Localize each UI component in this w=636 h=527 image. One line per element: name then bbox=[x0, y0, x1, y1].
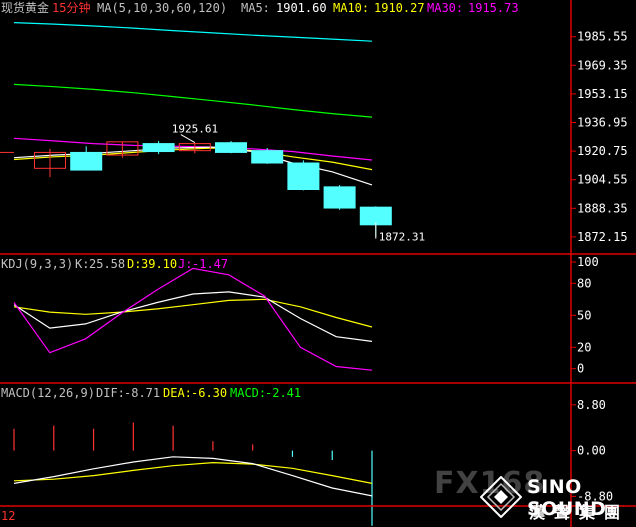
price-tick-label: 1888.35 bbox=[577, 201, 628, 215]
macd-legend-label: MACD(12,26,9) bbox=[1, 386, 95, 400]
candle-down bbox=[251, 150, 284, 164]
kdj-j-legend-value: -1.47 bbox=[192, 257, 228, 271]
kdj-tick-label: 100 bbox=[577, 255, 599, 269]
candle-down bbox=[359, 206, 392, 226]
candle-down bbox=[215, 142, 247, 153]
macd-legend-value: -2.41 bbox=[265, 386, 301, 400]
sino-sound-watermark: FX168 SINO SOUND 漢聲集團 bbox=[432, 466, 636, 527]
ma5-legend-label: MA5: bbox=[241, 1, 270, 15]
macd-legend-key: MACD: bbox=[230, 386, 266, 400]
ma5-legend-value: 1901.60 bbox=[276, 1, 327, 15]
price-tick-label: 1872.15 bbox=[577, 230, 628, 244]
high-annotation: 1925.61 bbox=[172, 123, 218, 136]
macd-tick-label: 0.00 bbox=[577, 444, 606, 458]
low-annotation: 1872.31 bbox=[379, 231, 425, 244]
kdj-legend-label: KDJ(9,3,3) bbox=[1, 257, 73, 271]
macd-dif-legend-value: -8.71 bbox=[124, 386, 160, 400]
candle-down bbox=[323, 186, 356, 209]
candle-down bbox=[70, 151, 103, 171]
price-tick-label: 1904.55 bbox=[577, 173, 628, 187]
ma-params-label: MA(5,10,30,60,120) bbox=[97, 1, 227, 15]
price-tick-label: 1920.75 bbox=[577, 144, 628, 158]
ma10-legend-label: MA10: bbox=[333, 1, 369, 15]
price-tick-label: 1936.95 bbox=[577, 115, 628, 129]
macd-dif-legend-label: DIF: bbox=[96, 386, 125, 400]
kdj-d-legend-label: D: bbox=[127, 257, 141, 271]
candle-down bbox=[287, 162, 320, 190]
candle-down bbox=[142, 143, 175, 153]
price-tick-label: 1953.15 bbox=[577, 87, 628, 101]
ma30-legend-value: 1915.73 bbox=[468, 1, 519, 15]
kdj-tick-label: 0 bbox=[577, 362, 584, 376]
price-tick-label: 1969.35 bbox=[577, 58, 628, 72]
ma30-legend-label: MA30: bbox=[427, 1, 463, 15]
instrument-title: 现货黄金 bbox=[1, 0, 49, 15]
kdj-k-legend-label: K: bbox=[75, 257, 89, 271]
kdj-tick-label: 20 bbox=[577, 340, 591, 354]
kdj-j-legend-label: J: bbox=[178, 257, 192, 271]
macd-tick-label: 8.80 bbox=[577, 398, 606, 412]
kdj-tick-label: 80 bbox=[577, 276, 591, 290]
candlestick-chart: 1985.55 1969.35 1953.15 1936.95 1920.75 1904.… bbox=[0, 0, 636, 527]
kdj-tick-label: 50 bbox=[577, 308, 591, 322]
period-label: 15分钟 bbox=[52, 0, 90, 15]
macd-dea-legend-label: DEA: bbox=[163, 386, 192, 400]
kdj-d-legend-value: 39.10 bbox=[141, 257, 177, 271]
ma10-legend-value: 1910.27 bbox=[374, 1, 425, 15]
diamond-logo-icon bbox=[480, 476, 522, 518]
price-tick-label: 1985.55 bbox=[577, 30, 628, 44]
bottom-label: 12 bbox=[1, 509, 15, 523]
kdj-k-legend-value: 25.58 bbox=[89, 257, 125, 271]
brand-name-cn: 漢聲集團 bbox=[529, 503, 630, 522]
macd-dea-legend-value: -6.30 bbox=[191, 386, 227, 400]
